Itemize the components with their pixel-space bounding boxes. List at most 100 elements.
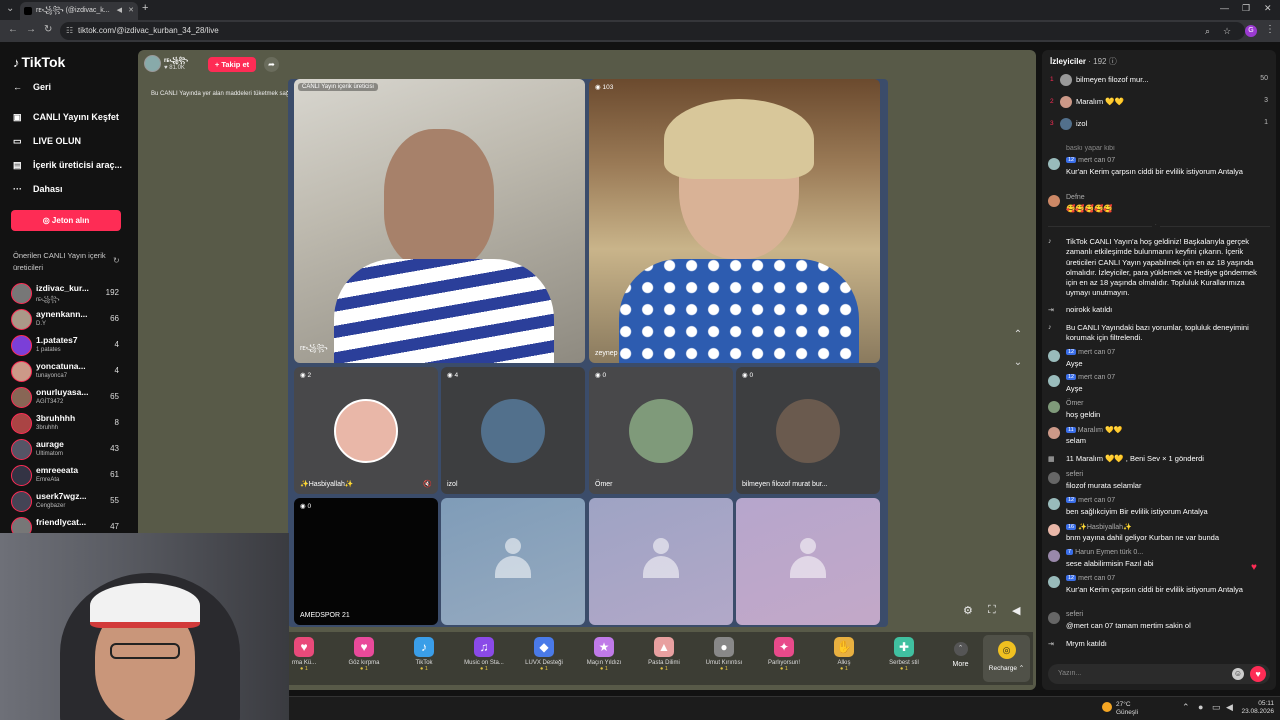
recharge-button[interactable]: ◎ Recharge ⌃ xyxy=(983,635,1030,682)
get-coins-button[interactable]: ◎ Jeton alın xyxy=(11,210,121,231)
gift-price-value: 1 xyxy=(844,666,848,672)
gift-item[interactable]: ✚ Serbest stil ● 1 xyxy=(874,632,934,685)
emoji-icon[interactable]: ☺ xyxy=(1232,668,1244,680)
empty-slot[interactable] xyxy=(589,498,733,625)
settings-gear-icon[interactable]: ⚙ xyxy=(963,604,973,617)
clock-time: 05:11 xyxy=(1258,700,1274,707)
guest-video[interactable]: ◉ 103 zeynep xyxy=(589,79,880,363)
gift-item[interactable]: ♥ Göz kırpma ● 1 xyxy=(334,632,394,685)
host-avatar[interactable] xyxy=(144,55,161,72)
sidebar-item-creator-tools[interactable]: ▤ İçerik üreticisi araç... xyxy=(13,160,122,171)
bookmark-star-icon[interactable]: ☆ xyxy=(1223,22,1231,40)
speaker-icon[interactable]: ◀ xyxy=(117,2,122,20)
gift-price: ● 1 xyxy=(540,666,548,672)
tiktok-logo[interactable]: ♪ TikTok xyxy=(13,54,65,70)
top-viewer-row[interactable]: 1 bilmeyen filozof mur... 50 xyxy=(1050,72,1268,90)
chat-username: mert can 07 xyxy=(1078,575,1116,582)
suggested-creator[interactable]: izdivac_kur... rᴇ꧁꧂ 192 xyxy=(11,282,123,308)
gift-item[interactable]: ★ Maçın Yıldızı ● 1 xyxy=(574,632,634,685)
sidebar-item-go-live[interactable]: ▭ LIVE OLUN xyxy=(13,136,81,147)
fullscreen-icon[interactable]: ⛶ xyxy=(988,604,996,617)
minimize-button[interactable]: — xyxy=(1220,3,1229,13)
guest-slot[interactable]: ◉ 0 Ömer xyxy=(589,367,733,494)
empty-slot[interactable] xyxy=(441,498,585,625)
viewer-name: bilmeyen filozof mur... xyxy=(1076,75,1149,84)
top-viewer-row[interactable]: 2 Maralım 💛💛 3 xyxy=(1050,94,1268,112)
tab-title: rᴇ꧁꧂ (@izdivac_k... xyxy=(36,7,110,14)
chat-username: Maralım 💛💛 xyxy=(1077,427,1123,434)
gift-price: ● 1 xyxy=(840,666,848,672)
gift-item[interactable]: ● Umut Kırıntısı ● 1 xyxy=(694,632,754,685)
network-icon[interactable]: ▭ xyxy=(1212,702,1221,713)
suggested-creator[interactable]: 1.patates7 1 patates 4 xyxy=(11,334,123,360)
back-link[interactable]: ← Geri xyxy=(13,82,51,92)
back-icon[interactable]: ← xyxy=(8,24,18,35)
refresh-icon[interactable]: ↻ xyxy=(113,256,120,265)
viewers-header[interactable]: İzleyiciler · 192 ⓘ xyxy=(1050,56,1117,67)
creator-name: 3bruhhhh xyxy=(36,413,76,423)
gift-item[interactable]: ▲ Pasta Dilimi ● 1 xyxy=(634,632,694,685)
empty-slot[interactable] xyxy=(736,498,880,625)
reload-icon[interactable]: ↻ xyxy=(44,24,52,35)
close-tab-icon[interactable]: ✕ xyxy=(128,2,134,20)
guest-slot[interactable]: ◉ 2 ✨Hasbiyallah✨ 🔇 xyxy=(294,367,438,494)
suggested-creator[interactable]: aynenkann... D.Y 66 xyxy=(11,308,123,334)
info-icon[interactable]: ⓘ xyxy=(1109,57,1117,66)
chat-user: 11 Maralım 💛💛 xyxy=(1066,426,1122,434)
zoom-icon[interactable]: ⌕ xyxy=(1205,22,1210,40)
sound-icon[interactable]: ◀ xyxy=(1226,702,1233,713)
volume-icon[interactable]: ◀ xyxy=(1012,604,1020,617)
gift-item[interactable]: ♫ Music on Sta... ● 1 xyxy=(454,632,514,685)
maximize-button[interactable]: ❐ xyxy=(1242,3,1250,14)
multi-guest-grid: CANLI Yayın içerik üreticisi rᴇ꧁꧂ ◉ 103 … xyxy=(288,79,888,627)
sidebar-item-explore-live[interactable]: ▣ CANLI Yayını Keşfet xyxy=(13,112,119,123)
host-video[interactable]: CANLI Yayın içerik üreticisi rᴇ꧁꧂ xyxy=(294,79,585,363)
gift-item[interactable]: ◆ LUVX Desteği ● 1 xyxy=(514,632,574,685)
gift-item[interactable]: ✋ Alkış ● 1 xyxy=(814,632,874,685)
tiktok-note-icon: ♪ xyxy=(13,55,20,70)
new-tab-button[interactable]: + xyxy=(142,2,148,14)
guest-slot[interactable]: ◉ 4 izol xyxy=(441,367,585,494)
guest-slot[interactable]: ◉ 0 bilmeyen filozof murat bur... xyxy=(736,367,880,494)
top-viewer-row[interactable]: 3 izol 1 xyxy=(1050,116,1268,134)
badge-count: 0 xyxy=(749,372,754,379)
more-gifts-button[interactable]: ⌃ More xyxy=(938,632,983,685)
profile-avatar[interactable]: G xyxy=(1245,25,1257,37)
sidebar-item-more[interactable]: ··· Dahası xyxy=(13,184,63,194)
tab-list-icon[interactable]: ⌄ xyxy=(6,3,14,14)
browser-tab[interactable]: rᴇ꧁꧂ (@izdivac_k... ◀ ✕ xyxy=(20,2,138,20)
site-info-icon[interactable]: ☷ xyxy=(66,22,73,40)
coin-icon: ◎ xyxy=(42,216,52,225)
creator-name: yoncatuna... xyxy=(36,361,86,371)
gift-price: ● 1 xyxy=(660,666,668,672)
forward-icon[interactable]: → xyxy=(26,24,36,35)
clock[interactable]: 05:11 23.08.2026 xyxy=(1240,700,1274,716)
avatar xyxy=(11,387,32,408)
suggested-creator[interactable]: emreeeata EmreAta 61 xyxy=(11,464,123,490)
close-window-button[interactable]: ✕ xyxy=(1264,3,1272,14)
like-heart-button[interactable]: ♥ xyxy=(1250,666,1266,682)
gift-item[interactable]: ✦ Parlıyorsun! ● 1 xyxy=(754,632,814,685)
mic-icon[interactable]: ● xyxy=(1198,702,1203,712)
person-placeholder-icon xyxy=(641,538,681,578)
gift-item[interactable]: ♪ TikTok ● 1 xyxy=(394,632,454,685)
suggested-creator[interactable]: onurluyasa... AGİT3472 65 xyxy=(11,386,123,412)
url-bar[interactable]: ☷ tiktok.com/@izdivac_kurban_34_28/live … xyxy=(60,22,1245,40)
previous-live-icon[interactable]: ⌃ xyxy=(1008,325,1028,345)
avatar xyxy=(11,283,32,304)
follow-button[interactable]: + Takip et xyxy=(208,57,256,72)
heart-icon: ♥ xyxy=(164,65,168,71)
chat-input[interactable]: Yazın... ☺ xyxy=(1048,664,1270,684)
weather-widget[interactable]: 27°C Güneşli xyxy=(1102,701,1138,717)
suggested-creator[interactable]: aurage Ultimatom 43 xyxy=(11,438,123,464)
next-live-icon[interactable]: ⌄ xyxy=(1008,353,1028,373)
suggested-creator[interactable]: 3bruhhhh 3bruhhh 8 xyxy=(11,412,123,438)
suggested-creator[interactable]: userk7wgz... Cengbazer 55 xyxy=(11,490,123,516)
share-icon[interactable]: ➦ xyxy=(264,57,279,72)
tray-chevron-icon[interactable]: ⌃ xyxy=(1182,702,1190,713)
browser-menu-icon[interactable]: ⋮ xyxy=(1265,24,1275,35)
level-badge: 12 xyxy=(1066,349,1077,355)
suggested-creator[interactable]: yoncatuna... tunayonca7 4 xyxy=(11,360,123,386)
guest-slot[interactable]: ◉ 0 AMEDSPOR 21 xyxy=(294,498,438,625)
gift-price-value: 1 xyxy=(664,666,668,672)
